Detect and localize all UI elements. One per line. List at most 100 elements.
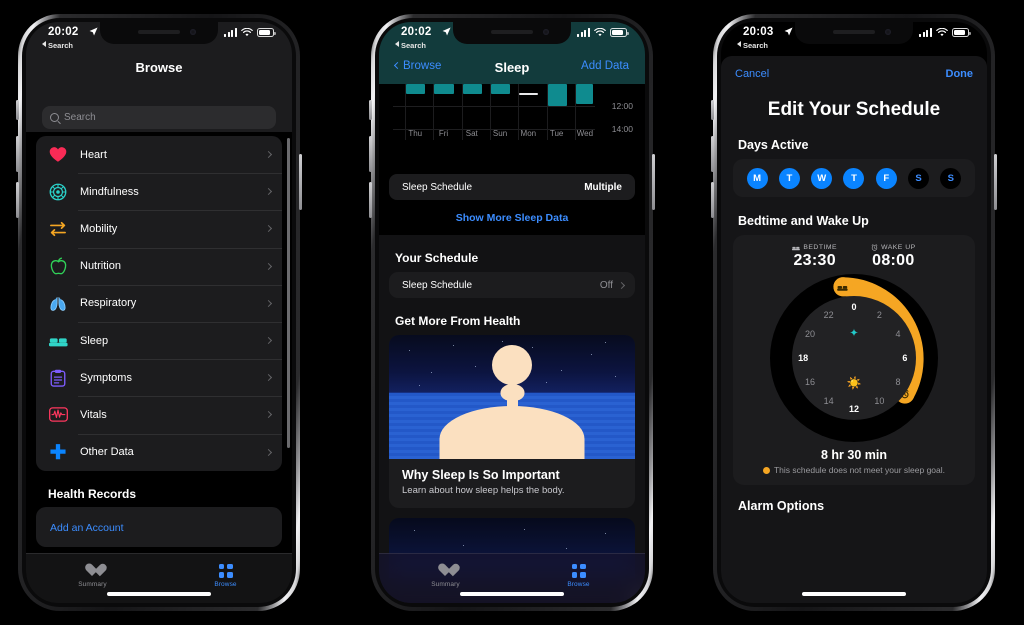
tab-label: Summary (431, 580, 460, 588)
battery-icon (610, 28, 629, 37)
browse-list[interactable]: Heart Mindfulness Mobility Nutrition Res… (26, 132, 292, 553)
list-item-heart[interactable]: Heart (36, 136, 282, 173)
day-toggle-friday[interactable]: F (875, 167, 897, 189)
phone-edit-schedule: 20:03 Search Cancel Done Edit Your Sched… (711, 14, 997, 611)
chevron-right-icon (264, 374, 273, 382)
list-item-other-data[interactable]: Other Data (36, 433, 282, 471)
dial-number-4: 4 (895, 328, 901, 339)
add-account-link[interactable]: Add an Account (50, 522, 124, 534)
power-button[interactable] (994, 154, 997, 210)
list-item-mobility[interactable]: Mobility (36, 210, 282, 247)
home-indicator[interactable] (802, 592, 906, 596)
power-button[interactable] (652, 154, 655, 210)
add-account-card[interactable]: Add an Account (36, 506, 282, 547)
chevron-right-icon (264, 448, 273, 456)
dial-number-20: 20 (804, 328, 815, 339)
day-toggle-tuesday[interactable]: T (778, 167, 800, 189)
dial-number-0: 0 (851, 302, 857, 313)
heart-icon (85, 564, 100, 578)
person-body (439, 406, 585, 459)
dial-number-16: 16 (804, 377, 815, 388)
list-item-mindfulness[interactable]: Mindfulness (36, 173, 282, 210)
volume-down-button[interactable] (369, 182, 372, 218)
chart-xtick: Thu (408, 129, 423, 138)
home-indicator[interactable] (460, 592, 564, 596)
chart-bar (406, 84, 426, 94)
search-icon (50, 113, 59, 122)
sleep-schedule-row[interactable]: Sleep Schedule Off (389, 272, 635, 298)
list-item-vitals[interactable]: Vitals (36, 396, 282, 433)
sun-icon: ☀️ (846, 375, 862, 390)
phone3-screen: 20:03 Search Cancel Done Edit Your Sched… (721, 22, 987, 603)
volume-down-button[interactable] (16, 182, 19, 218)
sleep-detail-sheet[interactable]: Your Schedule Sleep Schedule Off Get Mor… (379, 235, 645, 603)
wakeup-value[interactable]: 08:00 (871, 252, 916, 270)
day-toggle-monday[interactable]: M (746, 167, 768, 189)
power-button[interactable] (299, 154, 302, 210)
earpiece-speaker (138, 30, 180, 34)
days-active-heading: Days Active (738, 138, 809, 152)
phone-browse: 20:02 Search Browse Search Heart Mindful… (16, 14, 302, 611)
phone1-screen: 20:02 Search Browse Search Heart Mindful… (26, 22, 292, 603)
day-toggle-saturday[interactable]: S (908, 167, 930, 189)
silent-switch[interactable] (16, 100, 19, 120)
chart-vline (546, 84, 548, 140)
chart-bar (547, 84, 567, 106)
day-toggle-wednesday[interactable]: W (811, 167, 833, 189)
star-icon: ✦ (849, 327, 859, 340)
silent-switch[interactable] (711, 100, 714, 120)
day-toggle-thursday[interactable]: T (843, 167, 865, 189)
status-back-link[interactable]: Search (395, 41, 426, 50)
back-triangle-icon (42, 41, 46, 47)
volume-up-button[interactable] (16, 136, 19, 172)
phone2-screen: 20:02 Search Browse Sleep Add Data Thu F… (379, 22, 645, 603)
front-camera-icon (543, 29, 549, 35)
list-item-symptoms[interactable]: Symptoms (36, 359, 282, 396)
show-more-sleep-data-link[interactable]: Show More Sleep Data (379, 212, 645, 224)
chart-bar (575, 84, 593, 104)
cancel-button[interactable]: Cancel (735, 68, 769, 80)
volume-up-button[interactable] (711, 136, 714, 172)
day-toggle-sunday[interactable]: S (940, 167, 962, 189)
article-subtitle: Learn about how sleep helps the body. (402, 485, 565, 496)
add-data-button[interactable]: Add Data (581, 60, 629, 72)
status-back-link[interactable]: Search (737, 41, 768, 50)
tab-label: Browse (567, 580, 590, 588)
volume-up-button[interactable] (369, 136, 372, 172)
chart-xtick: Sat (465, 129, 478, 138)
sleep-dial[interactable]: 0 2 4 6 8 10 12 14 16 18 20 22 ✦ ☀️ (770, 274, 938, 442)
person-illustration (439, 384, 585, 459)
dial-number-8: 8 (895, 377, 901, 388)
grid-icon (218, 563, 233, 578)
list-item-respiratory[interactable]: Respiratory (36, 284, 282, 322)
volume-down-button[interactable] (711, 182, 714, 218)
get-more-heading: Get More From Health (395, 314, 521, 328)
wifi-icon (241, 28, 253, 37)
search-input[interactable]: Search (42, 106, 276, 129)
status-back-link[interactable]: Search (42, 41, 73, 50)
wakeup-label-row: WAKE UP (871, 244, 916, 251)
back-triangle-icon (395, 41, 399, 47)
article-card[interactable]: Why Sleep Is So Important Learn about ho… (389, 335, 635, 508)
bedtime-value[interactable]: 23:30 (792, 252, 837, 270)
mindfulness-icon (48, 182, 68, 202)
dial-number-12: 12 (848, 403, 860, 414)
status-time: 20:02 (48, 26, 79, 38)
sleep-schedule-summary[interactable]: Sleep Schedule Multiple (389, 174, 635, 200)
list-item-nutrition[interactable]: Nutrition (36, 247, 282, 285)
wifi-icon (936, 28, 948, 37)
list-item-label: Vitals (80, 408, 107, 421)
list-item-label: Other Data (80, 446, 134, 459)
done-button[interactable]: Done (946, 68, 974, 80)
chevron-right-icon (264, 188, 273, 196)
chart-bar (519, 93, 539, 95)
list-item-sleep[interactable]: Sleep (36, 321, 282, 359)
dial-number-18: 18 (798, 353, 809, 363)
home-indicator[interactable] (107, 592, 211, 596)
status-indicators (918, 28, 971, 37)
silent-switch[interactable] (369, 100, 372, 120)
chart-plot-area: Thu Fri Sat Sun Mon Tue Wed (393, 84, 595, 140)
signal-bars-icon (918, 28, 932, 37)
scrollbar[interactable] (287, 138, 290, 448)
wakeup-label: WAKE UP (881, 244, 916, 251)
